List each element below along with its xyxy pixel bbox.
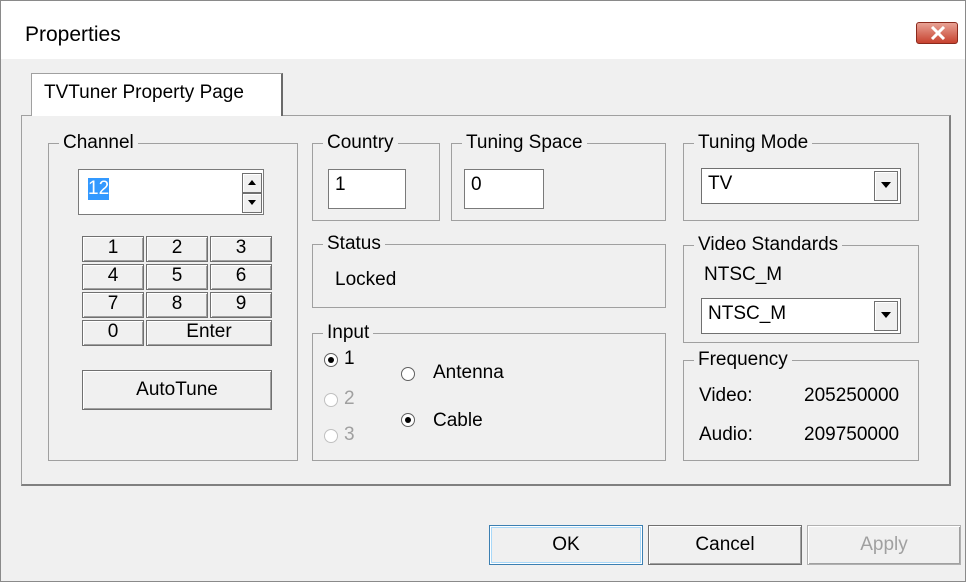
input-port-3-label: 3: [344, 424, 355, 445]
video-standard-value: NTSC_M: [708, 303, 787, 324]
country-legend: Country: [323, 131, 398, 155]
antenna-label: Antenna: [433, 362, 504, 383]
keypad-label: 0: [107, 321, 119, 342]
cable-radio[interactable]: [401, 413, 415, 427]
input-port-1-radio[interactable]: [324, 353, 338, 367]
tuning-mode-group: Tuning Mode TV: [683, 131, 919, 221]
keypad-button-3[interactable]: 3: [210, 236, 272, 262]
tab-panel: Channel 12 1 2 3 4 5 6 7 8 9 0 Enter Aut…: [21, 115, 951, 486]
keypad-label: 3: [235, 237, 247, 258]
tuning-mode-legend: Tuning Mode: [694, 131, 813, 155]
channel-legend: Channel: [59, 131, 138, 155]
ok-label: OK: [552, 534, 580, 555]
country-input[interactable]: 1: [328, 169, 406, 209]
cable-label: Cable: [433, 410, 483, 431]
status-legend: Status: [323, 232, 385, 256]
keypad-button-5[interactable]: 5: [146, 264, 208, 290]
tuning-space-value: 0: [471, 174, 482, 195]
chevron-down-icon: [248, 200, 256, 205]
status-value: Locked: [335, 269, 397, 290]
video-standards-legend: Video Standards: [694, 233, 843, 257]
tuning-mode-value: TV: [708, 173, 733, 194]
ok-button[interactable]: OK: [489, 525, 643, 565]
chevron-down-icon: [881, 182, 891, 188]
keypad-label: 2: [171, 237, 183, 258]
video-frequency-label: Video:: [699, 385, 753, 406]
keypad-label: 6: [235, 265, 247, 286]
keypad-button-4[interactable]: 4: [82, 264, 144, 290]
input-legend: Input: [323, 321, 374, 345]
chevron-up-icon: [248, 180, 256, 185]
channel-spin-up[interactable]: [242, 173, 262, 193]
video-standard-current: NTSC_M: [704, 264, 783, 285]
keypad-button-7[interactable]: 7: [82, 292, 144, 318]
video-frequency-value: 205250000: [804, 385, 900, 406]
keypad-button-9[interactable]: 9: [210, 292, 272, 318]
keypad-button-2[interactable]: 2: [146, 236, 208, 262]
channel-value: 12: [88, 178, 110, 200]
keypad-button-8[interactable]: 8: [146, 292, 208, 318]
properties-dialog: Properties TVTuner Property Page Channel…: [0, 0, 966, 582]
video-standard-dropdown-button[interactable]: [874, 301, 898, 331]
keypad-label: 8: [171, 293, 183, 314]
channel-spin-down[interactable]: [242, 193, 262, 213]
audio-frequency-label: Audio:: [699, 424, 753, 445]
antenna-radio[interactable]: [401, 367, 415, 381]
tab-label: TVTuner Property Page: [44, 82, 244, 103]
channel-input[interactable]: 12: [78, 169, 264, 215]
keypad-label: 9: [235, 293, 247, 314]
close-icon: [930, 26, 946, 40]
tuning-space-legend: Tuning Space: [462, 131, 587, 155]
video-standard-select[interactable]: NTSC_M: [701, 298, 901, 334]
apply-button: Apply: [807, 525, 961, 565]
channel-group: Channel 12 1 2 3 4 5 6 7 8 9 0 Enter Aut…: [48, 131, 298, 461]
frequency-legend: Frequency: [694, 348, 792, 372]
cancel-button[interactable]: Cancel: [648, 525, 802, 565]
enter-label: Enter: [186, 321, 232, 342]
chevron-down-icon: [881, 312, 891, 318]
input-port-3-radio: [324, 429, 338, 443]
title-bar: Properties: [1, 1, 965, 59]
enter-button[interactable]: Enter: [146, 320, 272, 346]
input-port-1-label: 1: [344, 348, 355, 369]
video-standards-group: Video Standards NTSC_M NTSC_M: [683, 233, 919, 343]
keypad-button-1[interactable]: 1: [82, 236, 144, 262]
audio-frequency-value: 209750000: [804, 424, 900, 445]
cancel-label: Cancel: [695, 534, 755, 555]
close-button[interactable]: [916, 22, 958, 44]
tuning-mode-select[interactable]: TV: [701, 168, 901, 204]
country-value: 1: [335, 174, 346, 195]
tuning-space-group: Tuning Space 0: [451, 131, 666, 221]
tuning-mode-dropdown-button[interactable]: [874, 171, 898, 201]
frequency-group: Frequency Video: 205250000 Audio: 209750…: [683, 348, 919, 461]
input-port-2-label: 2: [344, 388, 355, 409]
apply-label: Apply: [860, 534, 908, 555]
input-group: Input 1 2 3 Antenna Cable: [312, 321, 666, 461]
keypad-label: 4: [107, 265, 119, 286]
autotune-label: AutoTune: [136, 379, 218, 400]
keypad-label: 5: [171, 265, 183, 286]
keypad-button-6[interactable]: 6: [210, 264, 272, 290]
window-title: Properties: [25, 23, 121, 46]
autotune-button[interactable]: AutoTune: [82, 370, 272, 410]
keypad-label: 7: [107, 293, 119, 314]
tuning-space-input[interactable]: 0: [464, 169, 544, 209]
country-group: Country 1: [312, 131, 440, 221]
keypad-label: 1: [107, 237, 119, 258]
keypad-button-0[interactable]: 0: [82, 320, 144, 346]
tab-tvtuner-property-page[interactable]: TVTuner Property Page: [31, 73, 283, 116]
status-group: Status Locked: [312, 232, 666, 308]
input-port-2-radio: [324, 393, 338, 407]
